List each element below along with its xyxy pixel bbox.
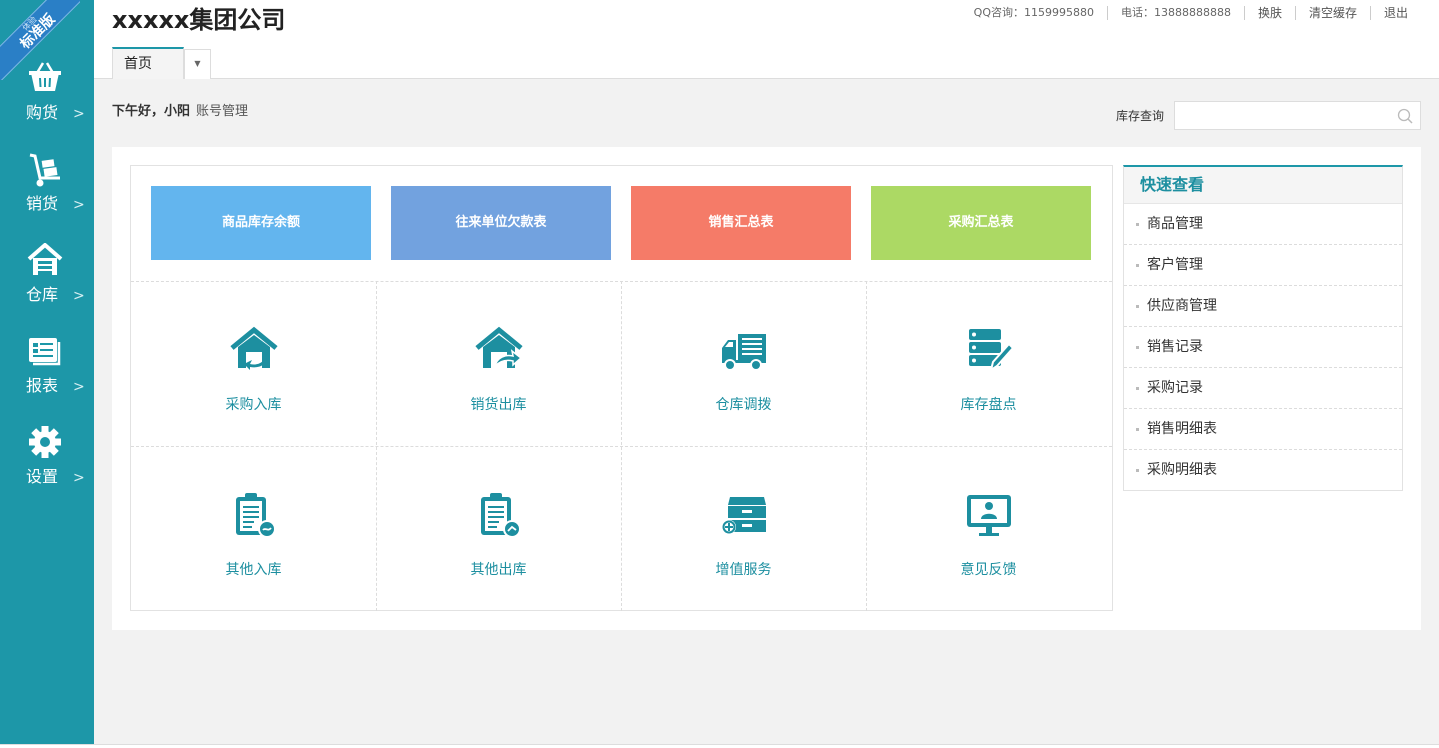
header: xxxxx集团公司 QQ咨询：1159995880 电话：13888888888…: [94, 0, 1439, 79]
report-customer-debt[interactable]: 往来单位欠款表: [391, 186, 611, 260]
gear-icon: [29, 426, 61, 458]
clipboard-out-icon: [481, 493, 521, 538]
quick-link-sales-detail[interactable]: 销售明细表: [1124, 409, 1402, 450]
quick-link-customers[interactable]: 客户管理: [1124, 245, 1402, 286]
shortcut-label: 其他入库: [225, 562, 282, 578]
quick-link-purchase-detail[interactable]: 采购明细表: [1124, 450, 1402, 491]
chevron-right-icon: >: [73, 379, 85, 395]
quick-link-label: 销售记录: [1147, 339, 1203, 355]
shortcut-label: 其他出库: [470, 562, 527, 578]
bullet: [1136, 223, 1139, 226]
greeting-text: 下午好，小阳: [112, 104, 191, 119]
shortcut-label: 仓库调拨: [715, 397, 772, 413]
truck-icon: [722, 334, 766, 371]
report-icon: [29, 338, 61, 366]
basket-icon: [29, 62, 61, 91]
bullet: [1136, 428, 1139, 431]
quick-link-products[interactable]: 商品管理: [1124, 204, 1402, 245]
sales-out-icon: [475, 326, 523, 369]
logout-link[interactable]: 退出: [1369, 6, 1421, 20]
sidebar-item-purchase[interactable]: 购货 >: [0, 61, 94, 141]
sidebar-item-label: 销货: [26, 194, 59, 213]
sidebar-item-settings[interactable]: 设置 >: [0, 425, 94, 505]
phone-number: 电话：13888888888: [1106, 6, 1244, 20]
sidebar-item-label: 设置: [26, 467, 59, 486]
sidebar-item-label: 报表: [26, 376, 59, 395]
quick-link-suppliers[interactable]: 供应商管理: [1124, 286, 1402, 327]
clipboard-in-icon: [236, 493, 276, 538]
stock-query-input[interactable]: [1174, 101, 1421, 130]
caret-down-icon: ▼: [194, 59, 201, 68]
quick-view-panel: 快速查看 商品管理 客户管理 供应商管理 销售记录 采购记录 销售明细表 采购明…: [1123, 165, 1403, 491]
shortcut-other-out[interactable]: 其他出库: [376, 447, 621, 611]
report-purchase-summary[interactable]: 采购汇总表: [871, 186, 1091, 260]
sidebar-item-warehouse[interactable]: 仓库 >: [0, 243, 94, 323]
search-icon[interactable]: [1397, 108, 1413, 124]
bullet: [1136, 264, 1139, 267]
shortcut-sales-out[interactable]: 销货出库: [376, 282, 621, 446]
skin-link[interactable]: 换肤: [1243, 6, 1295, 20]
quick-link-label: 采购记录: [1147, 380, 1203, 396]
top-links: QQ咨询：1159995880 电话：13888888888 换肤 清空缓存 退…: [961, 6, 1421, 20]
sidebar-item-label: 购货: [26, 103, 59, 122]
shortcut-label: 增值服务: [715, 562, 772, 578]
bullet: [1136, 387, 1139, 390]
shortcut-other-in[interactable]: 其他入库: [131, 447, 376, 611]
cabinet-plus-icon: [722, 497, 766, 534]
shortcut-label: 销货出库: [470, 397, 527, 413]
quick-link-purchase-records[interactable]: 采购记录: [1124, 368, 1402, 409]
shortcut-label: 采购入库: [225, 397, 282, 413]
stock-query-label: 库存查询: [1116, 109, 1165, 123]
inventory-check-icon: [969, 329, 1013, 373]
chevron-right-icon: >: [73, 197, 85, 213]
shortcut-warehouse-transfer[interactable]: 仓库调拨: [621, 282, 866, 446]
bullet: [1136, 346, 1139, 349]
quick-link-label: 商品管理: [1147, 216, 1203, 232]
bullet: [1136, 469, 1139, 472]
quick-link-label: 销售明细表: [1147, 421, 1217, 437]
shortcut-feedback[interactable]: 意见反馈: [866, 447, 1111, 611]
report-inventory-balance[interactable]: 商品库存余额: [151, 186, 371, 260]
main-panel: 商品库存余额 往来单位欠款表 销售汇总表 采购汇总表 采购入库 销货出库 仓库调…: [112, 147, 1421, 630]
shortcut-inventory-check[interactable]: 库存盘点: [866, 282, 1111, 446]
chevron-right-icon: >: [73, 106, 85, 122]
shortcut-label: 意见反馈: [960, 562, 1017, 578]
sidebar-item-sales[interactable]: 销货 >: [0, 152, 94, 232]
company-title: xxxxx集团公司: [112, 6, 286, 34]
bottom-bar: [0, 744, 1439, 748]
sidebar-item-reports[interactable]: 报表 >: [0, 334, 94, 414]
tab-dropdown-button[interactable]: ▼: [184, 49, 211, 79]
quick-link-label: 采购明细表: [1147, 462, 1217, 478]
hand-truck-icon: [29, 153, 60, 187]
tab-home[interactable]: 首页: [112, 47, 184, 79]
chevron-right-icon: >: [73, 470, 85, 486]
bullet: [1136, 305, 1139, 308]
monitor-user-icon: [967, 495, 1011, 536]
shortcut-value-added[interactable]: 增值服务: [621, 447, 866, 611]
quick-link-sales-records[interactable]: 销售记录: [1124, 327, 1402, 368]
clear-cache-link[interactable]: 清空缓存: [1294, 6, 1370, 20]
report-sales-summary[interactable]: 销售汇总表: [631, 186, 851, 260]
sidebar-item-label: 仓库: [26, 285, 59, 304]
account-management-link[interactable]: 账号管理: [196, 104, 248, 119]
quick-link-label: 客户管理: [1147, 257, 1203, 273]
qq-consult: QQ咨询：1159995880: [973, 6, 1094, 19]
shortcut-label: 库存盘点: [960, 397, 1017, 413]
quick-link-label: 供应商管理: [1147, 298, 1217, 314]
house-icon: [27, 243, 63, 275]
purchase-in-icon: [230, 326, 278, 370]
greeting: 下午好，小阳 账号管理: [112, 104, 248, 120]
sidebar: 体验 标准版 购货 > 销货 > 仓库 > 报表 > 设置 >: [0, 0, 94, 744]
chevron-right-icon: >: [73, 288, 85, 304]
quick-view-title: 快速查看: [1124, 167, 1402, 204]
function-grid: 商品库存余额 往来单位欠款表 销售汇总表 采购汇总表 采购入库 销货出库 仓库调…: [130, 165, 1113, 611]
shortcut-purchase-in[interactable]: 采购入库: [131, 282, 376, 446]
